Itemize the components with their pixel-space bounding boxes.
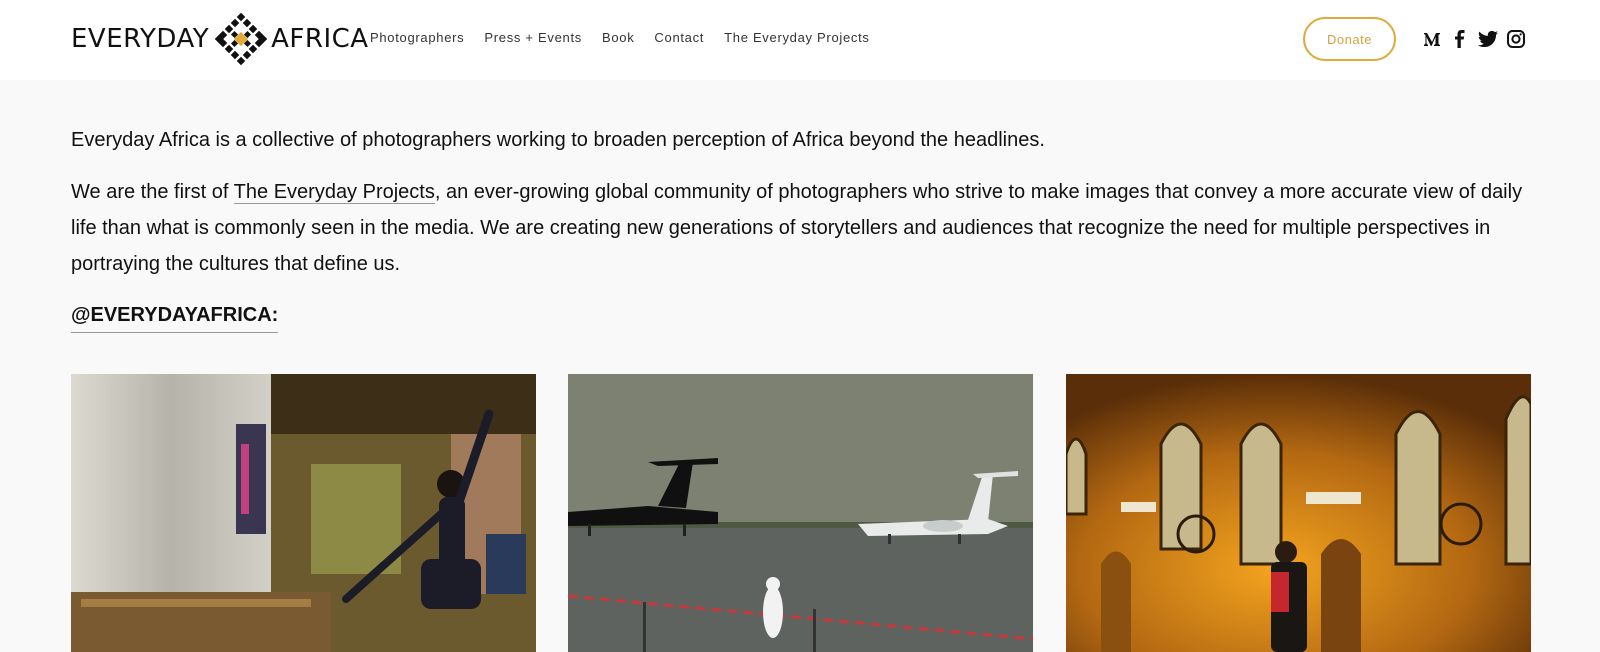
site-header: EVERYDAY AFRICA Photographers Press + Ev… [0,0,1600,80]
gallery-photo-airport[interactable] [568,374,1033,652]
intro-section: Everyday Africa is a collective of photo… [71,122,1531,333]
facebook-icon[interactable] [1450,27,1470,51]
nav-contact[interactable]: Contact [654,30,704,45]
nav-press-events[interactable]: Press + Events [484,30,582,45]
site-logo[interactable]: EVERYDAY AFRICA [71,13,369,65]
instagram-gallery [71,374,1531,652]
social-links [1422,27,1526,51]
intro-paragraph: Everyday Africa is a collective of photo… [71,129,1045,151]
everyday-projects-link[interactable]: The Everyday Projects [233,181,435,204]
medium-icon[interactable] [1422,27,1442,51]
logo-text-africa: AFRICA [271,24,369,54]
instagram-handle-link[interactable]: @EVERYDAYAFRICA: [71,298,279,333]
main-nav: Photographers Press + Events Book Contac… [370,30,870,45]
twitter-icon[interactable] [1478,27,1498,51]
mission-paragraph: We are the first of The Everyday Project… [71,174,1531,282]
instagram-icon[interactable] [1506,27,1526,51]
logo-text-everyday: EVERYDAY [71,24,210,54]
donate-button[interactable]: Donate [1303,17,1396,61]
diamond-logo-icon [215,13,268,65]
gallery-photo-dancer[interactable] [71,374,536,652]
mission-text-start: We are the first of [71,181,234,203]
gallery-photo-mosque[interactable] [1066,374,1531,652]
nav-book[interactable]: Book [602,30,634,45]
nav-everyday-projects[interactable]: The Everyday Projects [724,30,869,45]
nav-photographers[interactable]: Photographers [370,30,464,45]
